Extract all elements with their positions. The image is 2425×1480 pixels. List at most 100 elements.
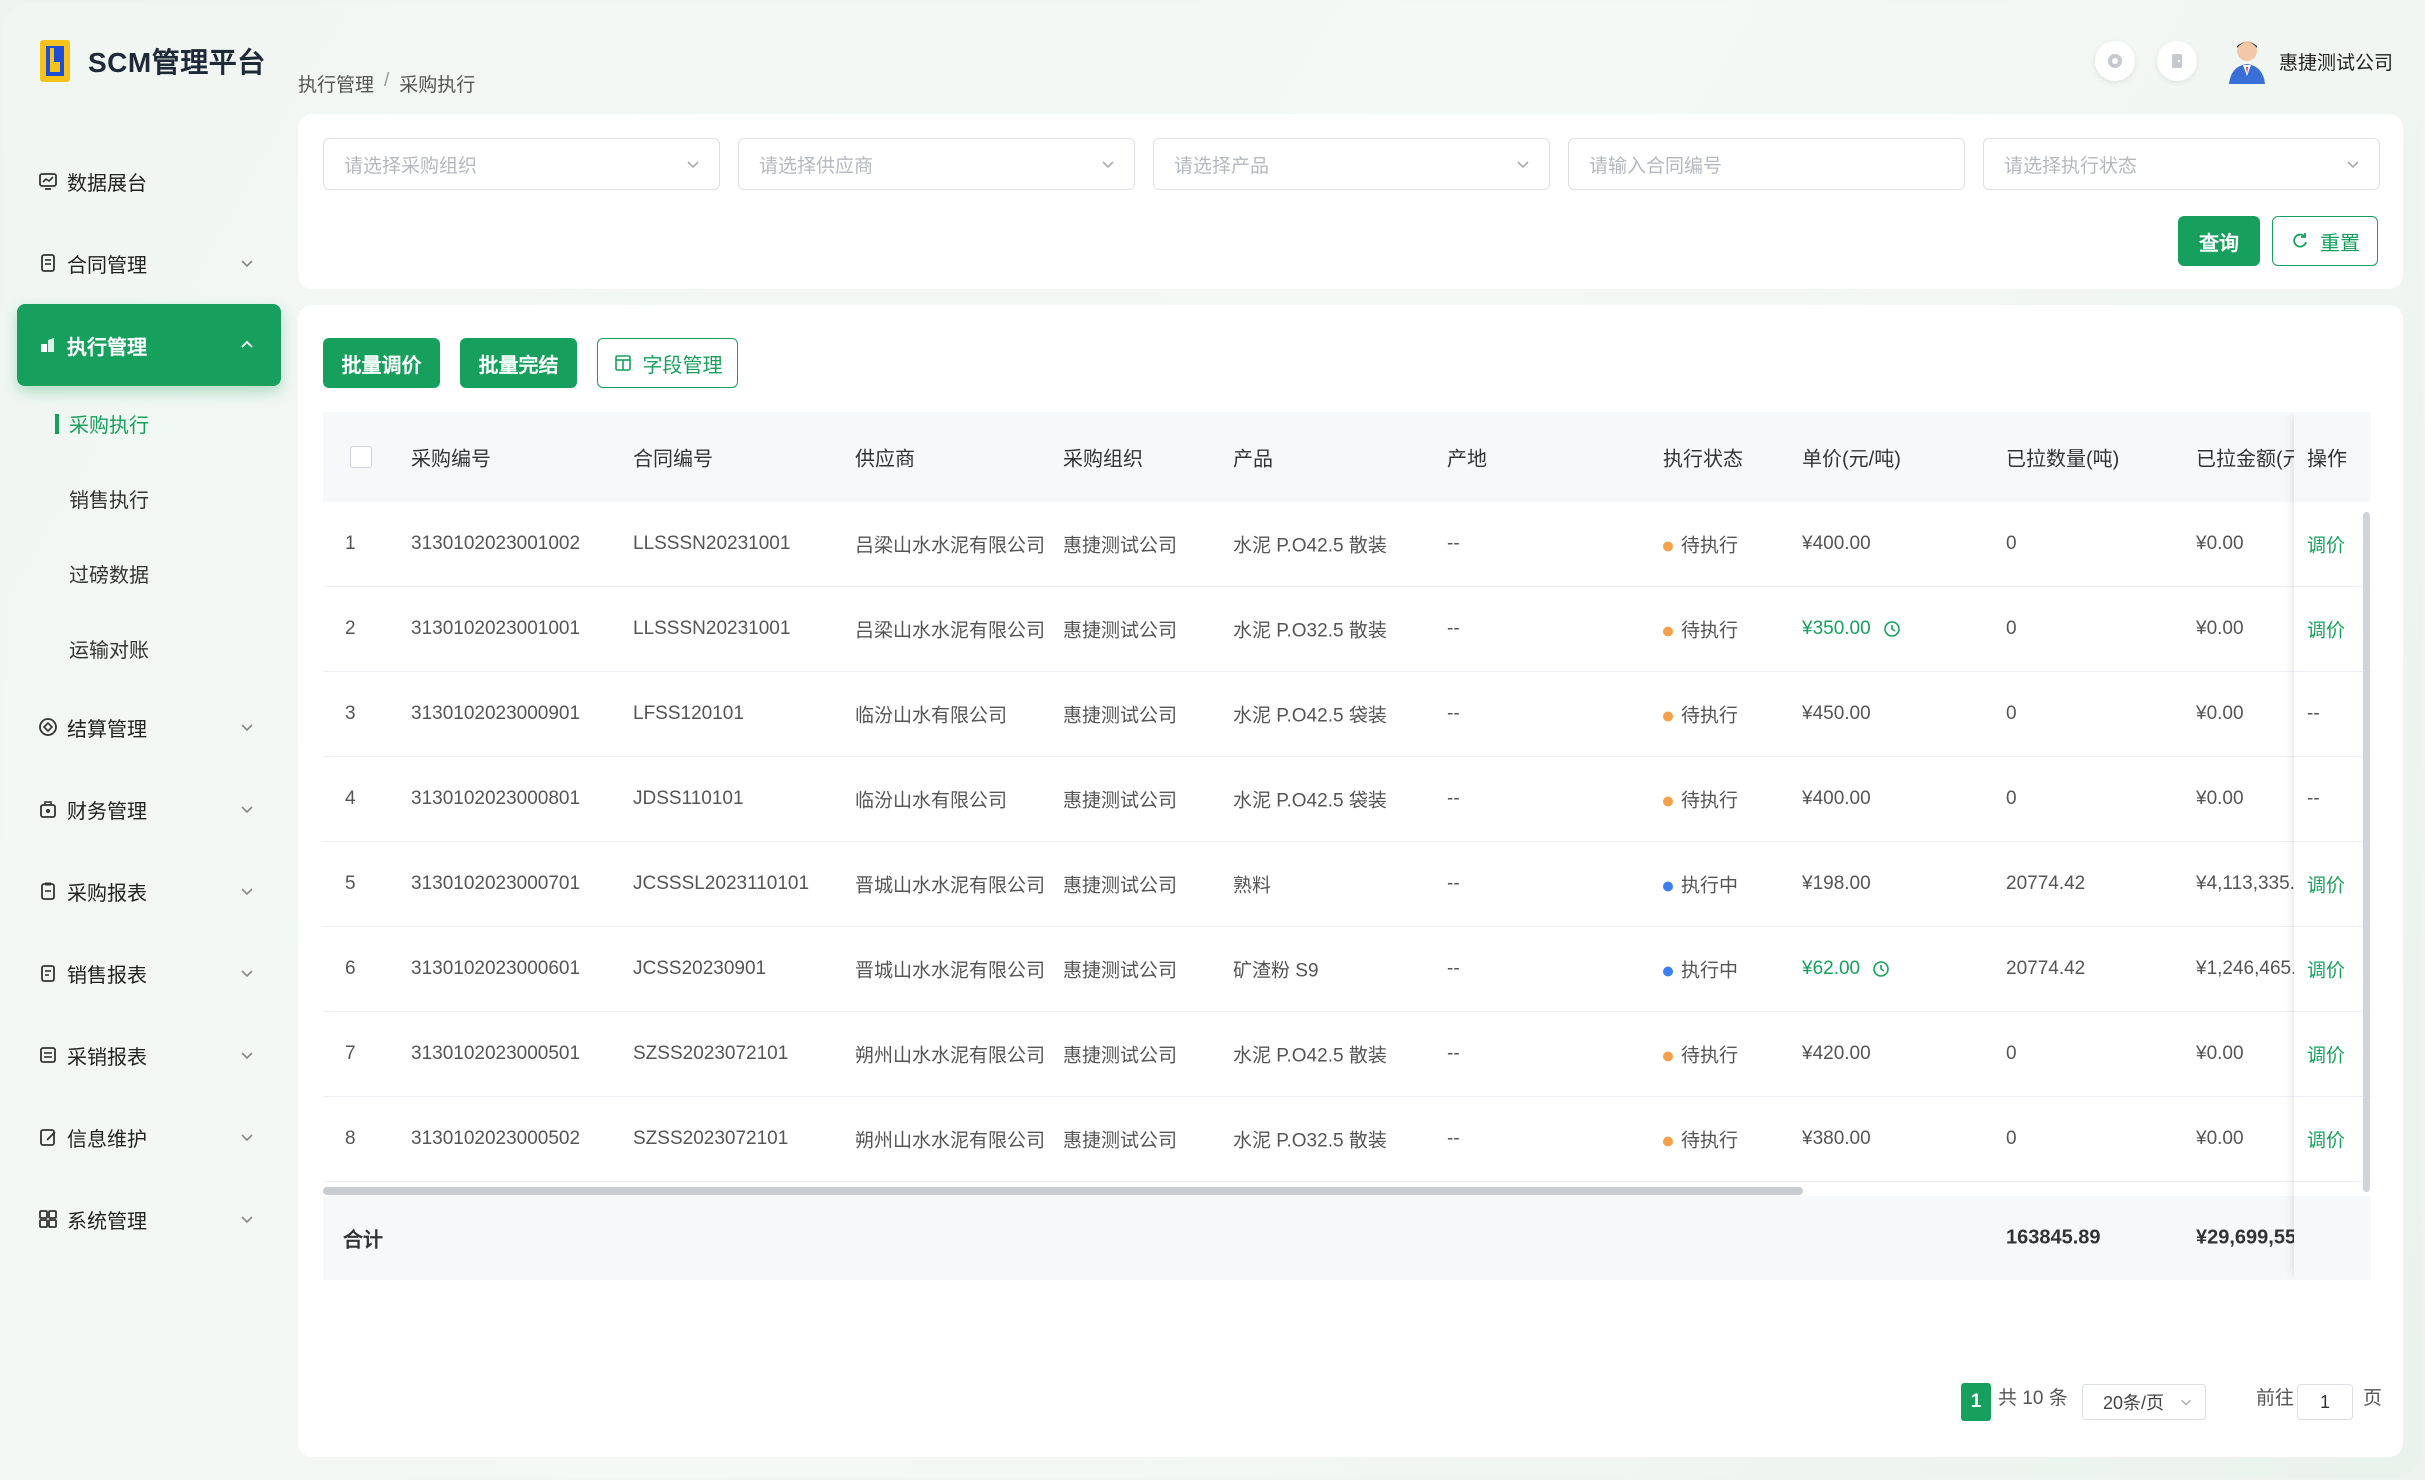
sidebar-item-label: 采销报表 <box>67 1046 147 1069</box>
breadcrumb-separator: / <box>384 70 390 91</box>
batch-complete-button[interactable]: 批量完结 <box>460 338 577 388</box>
table-row[interactable]: 8 3130102023000502 SZSS2023072101 朔州山水水泥有限公… <box>323 1097 2371 1182</box>
batch-price-button[interactable]: 批量调价 <box>323 338 440 388</box>
select-placeholder: 请选择供应商 <box>759 155 874 177</box>
cell-qty: 0 <box>2006 1043 2017 1064</box>
col-org[interactable]: 采购组织 <box>1063 443 1143 472</box>
col-product[interactable]: 产品 <box>1233 443 1273 472</box>
adjust-price-link[interactable]: 调价 <box>2307 871 2345 898</box>
table-row[interactable]: 7 3130102023000501 SZSS2023072101 朔州山水水泥有限公… <box>323 1012 2371 1097</box>
cell-price: ¥62.00 <box>1802 958 1890 980</box>
price-text: ¥420.00 <box>1802 1043 1871 1064</box>
col-supplier[interactable]: 供应商 <box>855 443 915 472</box>
col-amount[interactable]: 已拉金额(元) <box>2196 443 2294 472</box>
page-size-select[interactable]: 20条/页 <box>2082 1384 2206 1420</box>
sidebar-item-execution[interactable]: 执行管理 <box>17 304 281 386</box>
reset-button[interactable]: 重置 <box>2272 216 2378 266</box>
adjust-price-link[interactable]: 调价 <box>2307 531 2345 558</box>
table-row[interactable]: 1 3130102023001002 LLSSSN20231001 吕梁山水水泥有限公… <box>323 502 2371 587</box>
col-origin[interactable]: 产地 <box>1447 443 1487 472</box>
cell-price: ¥350.00 <box>1802 618 1901 640</box>
cell-contract-no: SZSS2023072101 <box>633 1128 789 1149</box>
status-text: 待执行 <box>1681 790 1739 812</box>
price-history-icon[interactable] <box>1872 960 1890 978</box>
status-dot-icon <box>1663 1051 1673 1062</box>
pagination-total: 共 10 条 <box>1998 1388 2068 1409</box>
horizontal-scrollbar[interactable] <box>323 1187 1803 1195</box>
settings-button[interactable] <box>2094 41 2135 81</box>
reset-label: 重置 <box>2320 232 2360 255</box>
exec-status-select[interactable]: 请选择执行状态 <box>1983 138 2380 190</box>
sidebar-item-sales-report[interactable]: 销售报表 <box>17 932 281 1014</box>
cell-amount: ¥4,113,335.1 <box>2196 873 2294 894</box>
table-row[interactable]: 2 3130102023001001 LLSSSN20231001 吕梁山水水泥有限公… <box>323 587 2371 672</box>
table-row[interactable]: 6 3130102023000601 JCSS20230901 晋城山水水泥有限公司惠… <box>323 927 2371 1012</box>
select-all-checkbox[interactable] <box>350 446 372 468</box>
adjust-price-link[interactable]: 调价 <box>2307 616 2345 643</box>
logout-button[interactable] <box>2156 41 2197 81</box>
chevron-down-icon <box>1102 161 1114 169</box>
cell-supplier: 朔州山水水泥有限公司 <box>855 1130 1046 1152</box>
app-title: SCM管理平台 <box>88 47 266 78</box>
cell-org: 惠捷测试公司 <box>1063 705 1178 727</box>
table-row[interactable]: 5 3130102023000701 JCSSSL2023110101 晋城山水水泥有… <box>323 842 2371 927</box>
col-status[interactable]: 执行状态 <box>1663 443 1743 472</box>
sidebar-item-finance[interactable]: 财务管理 <box>17 768 281 850</box>
page-jump-input[interactable]: 1 <box>2297 1384 2353 1420</box>
contract-icon <box>37 252 59 274</box>
cell-amount: ¥0.00 <box>2196 618 2244 639</box>
cell-price: ¥400.00 <box>1802 788 1871 810</box>
adjust-price-link[interactable]: 调价 <box>2307 1041 2345 1068</box>
contract-no-input[interactable]: 请输入合同编号 <box>1568 138 1965 190</box>
col-purchase-no[interactable]: 采购编号 <box>411 443 491 472</box>
user-name[interactable]: 惠捷测试公司 <box>2279 48 2393 75</box>
adjust-price-link[interactable]: 调价 <box>2307 1126 2345 1153</box>
sidebar-item-dashboard[interactable]: 数据展台 <box>17 140 281 222</box>
product-select[interactable]: 请选择产品 <box>1153 138 1550 190</box>
col-qty[interactable]: 已拉数量(吨) <box>2006 443 2119 472</box>
price-history-icon[interactable] <box>1883 620 1901 638</box>
sidebar-item-system[interactable]: 系统管理 <box>17 1178 281 1260</box>
chevron-down-icon <box>241 260 253 268</box>
status-dot-icon <box>1663 541 1673 552</box>
query-button[interactable]: 查询 <box>2178 216 2260 266</box>
cell-price: ¥198.00 <box>1802 873 1871 895</box>
sidebar-item-purchase-sales-report[interactable]: 采销报表 <box>17 1014 281 1096</box>
breadcrumb-parent[interactable]: 执行管理 <box>298 70 374 97</box>
submenu-item-transport-reconcile[interactable]: 运输对账 <box>17 611 281 686</box>
status-dot-icon <box>1663 626 1673 637</box>
submenu-item-weighing[interactable]: 过磅数据 <box>17 536 281 611</box>
field-manage-button[interactable]: 字段管理 <box>597 338 738 388</box>
col-price[interactable]: 单价(元/吨) <box>1802 443 1901 472</box>
sidebar-item-info-maintenance[interactable]: 信息维护 <box>17 1096 281 1178</box>
select-placeholder: 请选择执行状态 <box>2004 155 2138 177</box>
gear-icon <box>2107 54 2122 68</box>
sidebar: 数据展台 合同管理 执行管理 采购执行 销售执行 过磅数据 运输对账 结算管理 … <box>17 140 281 1260</box>
cell-purchase-no: 3130102023001002 <box>411 533 581 554</box>
cell-amount: ¥0.00 <box>2196 703 2244 724</box>
cell-index: 3 <box>345 703 356 724</box>
submenu-item-sales-exec[interactable]: 销售执行 <box>17 461 281 536</box>
page-number-current[interactable]: 1 <box>1961 1383 1991 1421</box>
summary-row: 合计 163845.89 ¥29,699,556 <box>323 1196 2371 1280</box>
table-row[interactable]: 3 3130102023000901 LFSS120101 临汾山水有限公司 惠捷测试公… <box>323 672 2371 757</box>
avatar[interactable] <box>2225 36 2269 86</box>
purchase-org-select[interactable]: 请选择采购组织 <box>323 138 720 190</box>
sidebar-item-settlement[interactable]: 结算管理 <box>17 686 281 768</box>
cell-status: 待执行 <box>1663 1041 1738 1068</box>
cell-amount: ¥1,246,465.2 <box>2196 958 2294 979</box>
cell-index: 7 <box>345 1043 356 1064</box>
vertical-scrollbar[interactable] <box>2363 512 2370 1192</box>
cell-purchase-no: 3130102023000502 <box>411 1128 581 1149</box>
chevron-down-icon <box>241 806 253 814</box>
adjust-price-link[interactable]: 调价 <box>2307 956 2345 983</box>
submenu-item-purchase-exec[interactable]: 采购执行 <box>17 386 281 461</box>
supplier-select[interactable]: 请选择供应商 <box>738 138 1135 190</box>
sidebar-item-purchase-report[interactable]: 采购报表 <box>17 850 281 932</box>
col-contract-no[interactable]: 合同编号 <box>633 443 713 472</box>
cell-amount: ¥0.00 <box>2196 788 2244 809</box>
cell-operation: -- <box>2307 788 2320 809</box>
cell-contract-no: JDSS110101 <box>633 788 744 809</box>
table-row[interactable]: 4 3130102023000801 JDSS110101 临汾山水有限公司 惠捷测试公… <box>323 757 2371 842</box>
sidebar-item-contract[interactable]: 合同管理 <box>17 222 281 304</box>
